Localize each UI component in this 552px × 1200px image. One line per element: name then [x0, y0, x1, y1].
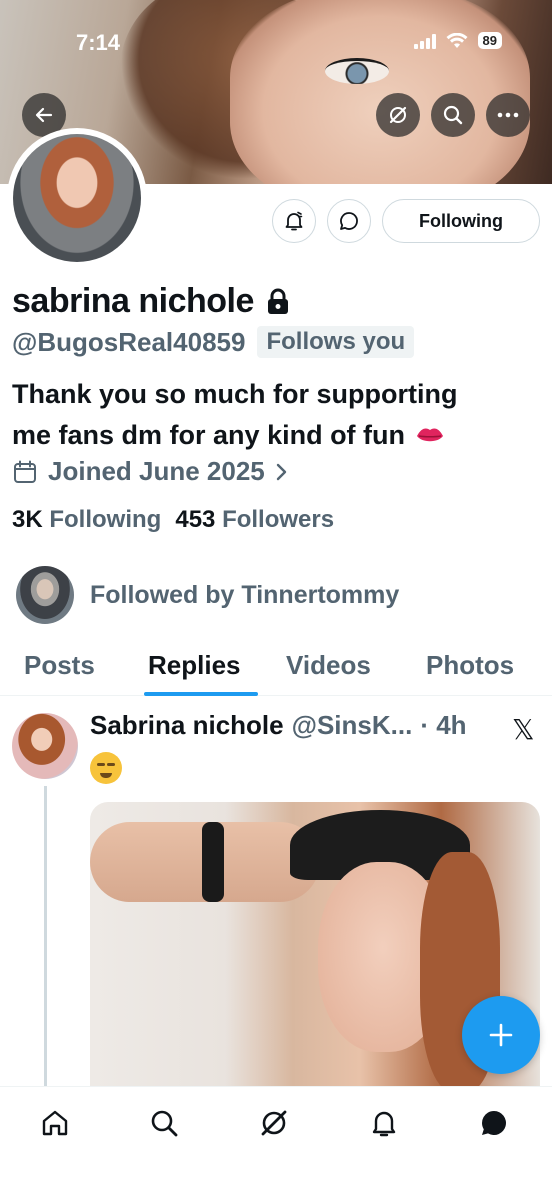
post-header: Sabrina nichole @SinsK... · 4h: [90, 710, 467, 741]
message-icon: [482, 1111, 506, 1135]
x-logo-icon: 𝕏: [512, 713, 535, 746]
bio-line: me fans dm for any kind of fun: [12, 415, 532, 456]
compose-button[interactable]: [462, 996, 540, 1074]
nav-grok[interactable]: [254, 1103, 294, 1143]
search-icon: [151, 1110, 178, 1137]
image-wristband: [202, 822, 224, 902]
thread-line: [44, 786, 47, 1086]
notification-bell-icon: [285, 211, 303, 231]
more-button[interactable]: [486, 93, 530, 137]
kiss-mark-icon: [417, 427, 444, 441]
more-icon: [497, 112, 519, 118]
handle-row: @BugosReal40859 Follows you: [12, 326, 415, 358]
post-author-avatar[interactable]: [12, 713, 78, 779]
banner-eye: [325, 58, 389, 84]
banner-face: [230, 0, 530, 184]
profile-name-row: sabrina nichole: [12, 282, 290, 321]
bell-icon: [372, 1111, 396, 1137]
following-count-link[interactable]: 3K Following: [12, 506, 161, 534]
battery-level: 89: [477, 32, 502, 49]
profile-avatar[interactable]: [7, 128, 147, 268]
calendar-icon: [14, 460, 36, 483]
nav-search[interactable]: [144, 1103, 184, 1143]
follower-avatar: [16, 566, 74, 624]
message-button[interactable]: [327, 199, 371, 243]
tab-photos[interactable]: Photos: [426, 650, 514, 681]
post-author-name[interactable]: Sabrina nichole: [90, 710, 284, 741]
avatar-image: [13, 134, 141, 262]
plus-icon: [489, 1023, 513, 1047]
message-icon: [340, 212, 358, 230]
status-icons: 89: [413, 32, 502, 49]
drooling-face-icon: [90, 752, 122, 784]
follow-counts: 3K Following 453 Followers: [12, 506, 334, 534]
chevron-right-icon: [276, 463, 286, 480]
search-button[interactable]: [431, 93, 475, 137]
grok-icon: [389, 106, 407, 124]
tab-posts[interactable]: Posts: [24, 650, 95, 681]
profile-handle: @BugosReal40859: [12, 326, 246, 357]
wifi-icon: [446, 32, 468, 48]
active-tab-indicator: [144, 692, 258, 696]
nav-notifications[interactable]: [364, 1103, 404, 1143]
post-time: · 4h: [420, 710, 467, 740]
notify-button[interactable]: [272, 199, 316, 243]
followers-count-link[interactable]: 453 Followers: [175, 506, 334, 534]
follows-you-badge: Follows you: [257, 326, 415, 358]
back-arrow-icon: [35, 107, 53, 123]
followed-by[interactable]: Followed by Tinnertommy: [16, 566, 399, 624]
post-author-handle: @SinsK...: [291, 710, 413, 740]
search-icon: [443, 105, 463, 125]
nav-home[interactable]: [35, 1103, 75, 1143]
profile-name: sabrina nichole: [12, 282, 254, 320]
bio-line: Thank you so much for supporting: [12, 379, 458, 409]
nav-messages[interactable]: [474, 1103, 514, 1143]
grok-button[interactable]: [376, 93, 420, 137]
joined-date[interactable]: Joined June 2025: [12, 456, 289, 487]
lock-icon: [267, 288, 288, 314]
signal-icon: [413, 33, 436, 49]
profile-tabs: Posts Replies Videos Photos: [0, 640, 552, 696]
status-time: 7:14: [76, 30, 121, 55]
grok-icon: [261, 1110, 287, 1136]
tab-videos[interactable]: Videos: [286, 650, 371, 681]
following-button[interactable]: Following: [382, 199, 540, 243]
home-icon: [42, 1110, 68, 1136]
followed-by-text: Followed by Tinnertommy: [90, 580, 400, 609]
bottom-nav: [0, 1086, 552, 1200]
profile-bio: Thank you so much for supporting me fans…: [12, 374, 532, 456]
tab-replies[interactable]: Replies: [148, 650, 241, 681]
